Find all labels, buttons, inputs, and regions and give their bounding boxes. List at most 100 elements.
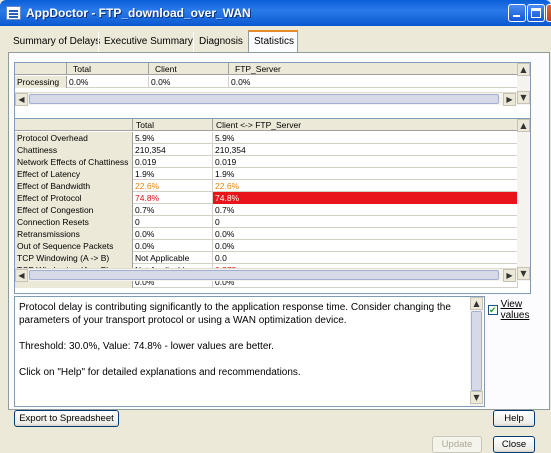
description-recommendation: Protocol delay is contributing significa…: [19, 302, 451, 326]
tab-executive-summary[interactable]: Executive Summary: [98, 32, 198, 52]
table-row[interactable]: Protocol Overhead 5.9% 5.9%: [15, 132, 518, 144]
export-button[interactable]: Export to Spreadsheet: [14, 410, 119, 427]
scroll-thumb[interactable]: [29, 270, 499, 280]
maximize-button[interactable]: [527, 4, 545, 22]
checkmark-icon[interactable]: ✔: [488, 305, 498, 315]
close-window-button[interactable]: [546, 4, 551, 22]
cell-pair: 74.8%: [213, 192, 518, 204]
description-threshold: Threshold: 30.0%, Value: 74.8% - lower v…: [19, 341, 274, 352]
cell-total: 74.8%: [133, 192, 213, 204]
row-label: Effect of Bandwidth: [15, 180, 133, 192]
description-box[interactable]: Protocol delay is contributing significa…: [14, 296, 485, 407]
maximize-icon: [531, 8, 541, 18]
cell-total: 0: [133, 216, 213, 228]
table-row[interactable]: Effect of Latency 1.9% 1.9%: [15, 168, 518, 180]
cell-pair: 0: [213, 216, 518, 228]
cell-pair: 0.0%: [213, 240, 518, 252]
table-row[interactable]: Network Effects of Chattiness 0.019 0.019: [15, 156, 518, 168]
description-vscrollbar[interactable]: ▲ ▼: [470, 297, 483, 406]
cell-total: 0.0%: [133, 240, 213, 252]
minimize-icon: [513, 15, 520, 17]
table-row[interactable]: Chattiness 210,354 210,354: [15, 144, 518, 156]
cell-total: 210,354: [133, 144, 213, 156]
scroll-left-icon[interactable]: ◀: [15, 269, 28, 282]
window-title: AppDoctor - FTP_download_over_WAN: [26, 6, 251, 20]
scroll-thumb[interactable]: [29, 94, 499, 104]
cell-total: 0.0%: [133, 228, 213, 240]
minimize-button[interactable]: [508, 4, 526, 22]
title-bar[interactable]: AppDoctor - FTP_download_over_WAN: [0, 0, 551, 26]
summary-col-total[interactable]: Total: [67, 63, 149, 75]
diagnosis-table: Total Client <-> FTP_Server Protocol Ove…: [14, 118, 531, 294]
cell-pair: 0.019: [213, 156, 518, 168]
table-row[interactable]: Connection Resets 0 0: [15, 216, 518, 228]
summary-table: Total Client FTP_Server Processing 0.0% …: [14, 62, 531, 119]
description-text: Protocol delay is contributing significa…: [19, 301, 467, 392]
diagnosis-vscrollbar[interactable]: ▲ ▼: [517, 119, 530, 281]
diagnosis-col-pair[interactable]: Client <-> FTP_Server: [213, 119, 518, 131]
diagnosis-header-row: Total Client <-> FTP_Server: [15, 119, 518, 131]
row-label: Out of Sequence Packets: [15, 240, 133, 252]
app-window: AppDoctor - FTP_download_over_WAN Summar…: [0, 0, 551, 453]
scroll-down-icon[interactable]: ▼: [470, 391, 483, 404]
row-label: Protocol Overhead: [15, 132, 133, 144]
help-button[interactable]: Help: [493, 410, 535, 427]
scroll-right-icon[interactable]: ▶: [503, 93, 516, 106]
row-label: Effect of Congestion: [15, 204, 133, 216]
table-row[interactable]: Effect of Protocol 74.8% 74.8%: [15, 192, 518, 204]
diagnosis-corner-cell: [15, 119, 133, 131]
diagnosis-hscrollbar[interactable]: ◀ ▶: [15, 268, 517, 282]
row-label: Effect of Protocol: [15, 192, 133, 204]
row-label: Processing: [15, 76, 67, 88]
summary-col-client[interactable]: Client: [149, 63, 229, 75]
cell-pair: 210,354: [213, 144, 518, 156]
view-values-checkbox[interactable]: ✔ View values: [488, 299, 551, 321]
diagnosis-col-total[interactable]: Total: [133, 119, 213, 131]
tab-summary-of-delays[interactable]: Summary of Delays: [8, 32, 105, 52]
cell-total: 0.0%: [67, 76, 149, 88]
row-label: Connection Resets: [15, 216, 133, 228]
table-row[interactable]: Effect of Bandwidth 22.6% 22.6%: [15, 180, 518, 192]
row-label: TCP Windowing (A -> B): [15, 252, 133, 264]
app-icon: [6, 6, 21, 20]
cell-total: 22.6%: [133, 180, 213, 192]
cell-total: 5.9%: [133, 132, 213, 144]
scroll-up-icon[interactable]: ▲: [517, 63, 530, 76]
cell-total: Not Applicable: [133, 252, 213, 264]
scroll-right-icon[interactable]: ▶: [503, 269, 516, 282]
summary-hscrollbar[interactable]: ◀ ▶: [15, 92, 517, 106]
row-label: Chattiness: [15, 144, 133, 156]
scroll-down-icon[interactable]: ▼: [517, 267, 530, 280]
scroll-down-icon[interactable]: ▼: [517, 91, 530, 104]
summary-corner-cell: [15, 63, 67, 75]
update-button[interactable]: Update: [432, 436, 482, 453]
table-row[interactable]: Processing 0.0% 0.0% 0.0%: [15, 76, 519, 88]
cell-pair: 1.9%: [213, 168, 518, 180]
scroll-up-icon[interactable]: ▲: [470, 297, 483, 310]
cell-pair: 0.0: [213, 252, 518, 264]
table-row[interactable]: TCP Windowing (A -> B) Not Applicable 0.0: [15, 252, 518, 264]
cell-total: 0.7%: [133, 204, 213, 216]
scroll-up-icon[interactable]: ▲: [517, 119, 530, 132]
cell-client: 0.0%: [149, 76, 229, 88]
table-row[interactable]: Effect of Congestion 0.7% 0.7%: [15, 204, 518, 216]
row-label: Network Effects of Chattiness: [15, 156, 133, 168]
close-button[interactable]: Close: [493, 436, 535, 453]
scroll-left-icon[interactable]: ◀: [15, 93, 28, 106]
summary-col-server[interactable]: FTP_Server: [229, 63, 519, 75]
table-row[interactable]: Out of Sequence Packets 0.0% 0.0%: [15, 240, 518, 252]
cell-total: 1.9%: [133, 168, 213, 180]
cell-server: 0.0%: [229, 76, 519, 88]
cell-pair: 0.0%: [213, 228, 518, 240]
summary-vscrollbar[interactable]: ▲ ▼: [517, 63, 530, 105]
row-label: Effect of Latency: [15, 168, 133, 180]
table-row[interactable]: Retransmissions 0.0% 0.0%: [15, 228, 518, 240]
scroll-thumb[interactable]: [471, 311, 482, 391]
row-label: Retransmissions: [15, 228, 133, 240]
tab-diagnosis[interactable]: Diagnosis: [193, 32, 248, 52]
tab-statistics[interactable]: Statistics: [248, 30, 298, 52]
cell-pair: 5.9%: [213, 132, 518, 144]
view-values-label: View values: [500, 299, 530, 321]
cell-total: 0.019: [133, 156, 213, 168]
cell-pair: 22.6%: [213, 180, 518, 192]
